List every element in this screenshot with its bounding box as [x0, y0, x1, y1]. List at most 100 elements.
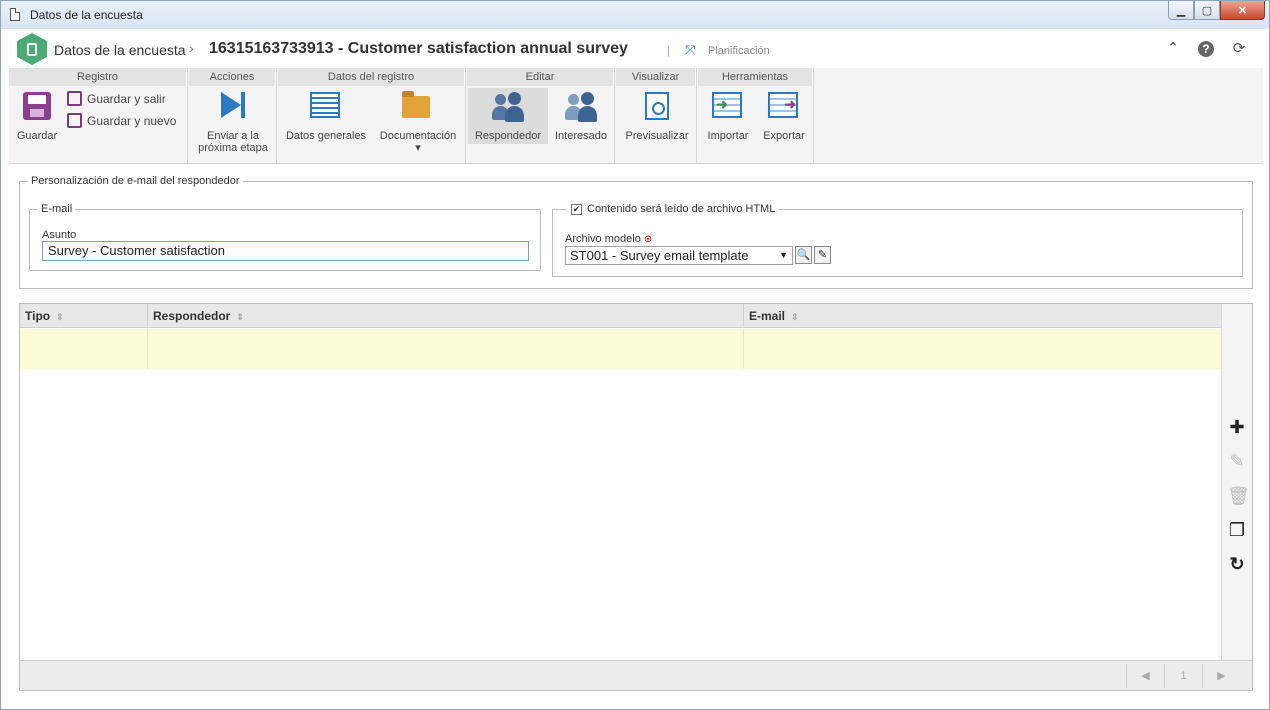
dropdown-caret-icon: ▾ [415, 142, 421, 154]
column-header-respondedor[interactable]: Respondedor ⇕ [148, 304, 744, 328]
group-title: Acciones [189, 68, 276, 86]
documentation-button[interactable]: Documentación ▾ [374, 88, 462, 160]
send-label-line2: próxima etapa [198, 142, 268, 154]
grid-header: Tipo ⇕ Respondedor ⇕ E-mail ⇕ [20, 304, 1222, 328]
window: Datos de la encuesta ▁ ▢ ✕ Datos de la e… [0, 0, 1270, 710]
preview-label: Previsualizar [625, 130, 689, 142]
window-title: Datos de la encuesta [30, 8, 143, 22]
group-editar: Editar Respondedor Interesado [467, 68, 615, 164]
copy-icon[interactable]: ❐ [1227, 520, 1247, 540]
import-icon [712, 92, 742, 118]
sort-icon: ⇕ [56, 312, 64, 322]
table-row[interactable] [20, 329, 1222, 369]
group-title: Registro [9, 68, 187, 86]
title-bar: Datos de la encuesta ▁ ▢ ✕ [1, 1, 1269, 29]
view-template-icon[interactable]: 🔍 [795, 246, 812, 264]
email-group-title: E-mail [41, 203, 73, 215]
interested-people-icon [565, 92, 597, 122]
save-and-exit-label: Guardar y salir [87, 91, 166, 106]
interested-button[interactable]: Interesado [549, 88, 613, 144]
save-and-new-label: Guardar y nuevo [87, 113, 177, 128]
import-button[interactable]: Importar [702, 88, 754, 144]
html-checkbox-label: Contenido será leído de archivo HTML [587, 203, 776, 215]
template-label-text: Archivo modelo [565, 233, 641, 245]
template-select[interactable]: ST001 - Survey email template [565, 246, 793, 265]
import-label: Importar [707, 130, 749, 142]
edit-icon[interactable]: ✎ [1227, 451, 1247, 471]
general-data-button[interactable]: Datos generales [282, 88, 370, 160]
play-next-icon [217, 92, 249, 122]
close-button[interactable]: ✕ [1220, 1, 1265, 20]
save-and-exit-button[interactable]: Guardar y salir [67, 91, 166, 106]
grid-footer: ◀ 1 ▶ [20, 660, 1252, 690]
respondent-label: Respondedor [474, 130, 542, 142]
save-new-icon [67, 113, 82, 128]
maximize-button[interactable]: ▢ [1194, 1, 1220, 20]
sort-icon: ⇕ [791, 312, 799, 322]
pager: ◀ 1 ▶ [1126, 664, 1240, 688]
save-exit-icon [67, 91, 82, 106]
collapse-up-icon[interactable]: ⌃ [1164, 40, 1182, 58]
group-title: Herramientas [698, 68, 813, 86]
edit-template-icon[interactable]: ✎ [814, 246, 831, 264]
delete-icon[interactable]: 🗑 [1227, 486, 1250, 506]
group-title: Datos del registro [278, 68, 465, 86]
cell-email [744, 329, 1222, 369]
column-header-tipo[interactable]: Tipo ⇕ [20, 304, 148, 328]
breadcrumb[interactable]: Datos de la encuesta [54, 42, 186, 58]
ribbon-toolbar: Registro Guardar Guardar y salir Guardar… [9, 68, 1263, 164]
export-button[interactable]: Exportar [758, 88, 810, 144]
subject-input[interactable]: Survey - Customer satisfaction [42, 241, 529, 261]
page-title: 16315163733913 - Customer satisfaction a… [209, 40, 628, 57]
general-data-label: Datos generales [285, 130, 367, 142]
document-icon [10, 8, 20, 21]
group-acciones: Acciones Enviar a la próxima etapa [189, 68, 277, 164]
add-icon[interactable]: ✚ [1227, 417, 1247, 437]
required-icon: ⊛ [643, 234, 653, 245]
grid-toolbar: ✚ ✎ 🗑 ❐ ↻ [1221, 304, 1252, 660]
minimize-button[interactable]: ▁ [1168, 1, 1194, 20]
column-header-email[interactable]: E-mail ⇕ [744, 304, 1222, 328]
breadcrumb-chevron-icon: › [189, 40, 194, 56]
export-label: Exportar [763, 130, 805, 142]
main-content: Personalización de e-mail del respondedo… [9, 165, 1263, 703]
preview-magnifier-icon [645, 92, 669, 120]
survey-logo-icon [17, 33, 47, 65]
export-icon [768, 92, 798, 118]
prev-page-button[interactable]: ◀ [1126, 664, 1164, 688]
folder-icon [402, 91, 430, 118]
send-next-stage-button[interactable]: Enviar a la próxima etapa [193, 88, 273, 160]
save-and-new-button[interactable]: Guardar y nuevo [67, 113, 176, 128]
planning-link[interactable]: Planificación [708, 45, 770, 57]
save-label: Guardar [16, 130, 58, 142]
divider: | [667, 43, 671, 57]
save-button[interactable]: Guardar [13, 88, 61, 160]
column-header-label: Tipo [25, 309, 51, 323]
template-label: Archivo modelo ⊛ [565, 233, 652, 245]
respondent-people-icon [492, 92, 524, 122]
respondent-button[interactable]: Respondedor [468, 88, 548, 144]
refresh-grid-icon[interactable]: ↻ [1227, 554, 1247, 574]
html-template-group: Contenido será leído de archivo HTML [552, 203, 1243, 277]
next-page-button[interactable]: ▶ [1202, 664, 1240, 688]
preview-button[interactable]: Previsualizar [620, 88, 694, 144]
group-registro: Registro Guardar Guardar y salir Guardar… [9, 68, 188, 164]
cell-tipo [20, 329, 148, 369]
group-visualizar: Visualizar Previsualizar [616, 68, 697, 164]
save-icon [23, 92, 51, 120]
send-label-line1: Enviar a la [207, 130, 259, 142]
help-icon[interactable]: ? [1198, 41, 1214, 57]
window-controls: ▁ ▢ ✕ [1168, 1, 1265, 20]
group-herramientas: Herramientas Importar Exportar [698, 68, 814, 164]
planning-icon[interactable]: ⤧ [685, 42, 701, 58]
page-number: 1 [1164, 664, 1202, 688]
cell-respondedor [148, 329, 744, 369]
section-title: Personalización de e-mail del respondedo… [31, 175, 240, 187]
refresh-icon[interactable]: ⟳ [1230, 40, 1248, 58]
column-header-label: E-mail [749, 309, 786, 323]
column-header-label: Respondedor [153, 309, 231, 323]
respondent-grid: Tipo ⇕ Respondedor ⇕ E-mail ⇕ ✚ ✎ 🗑 ❐ ↻ ◀ 1 [19, 303, 1253, 691]
html-checkbox[interactable]: ✔ [571, 204, 582, 215]
group-title: Visualizar [616, 68, 696, 86]
sort-icon: ⇕ [236, 312, 244, 322]
